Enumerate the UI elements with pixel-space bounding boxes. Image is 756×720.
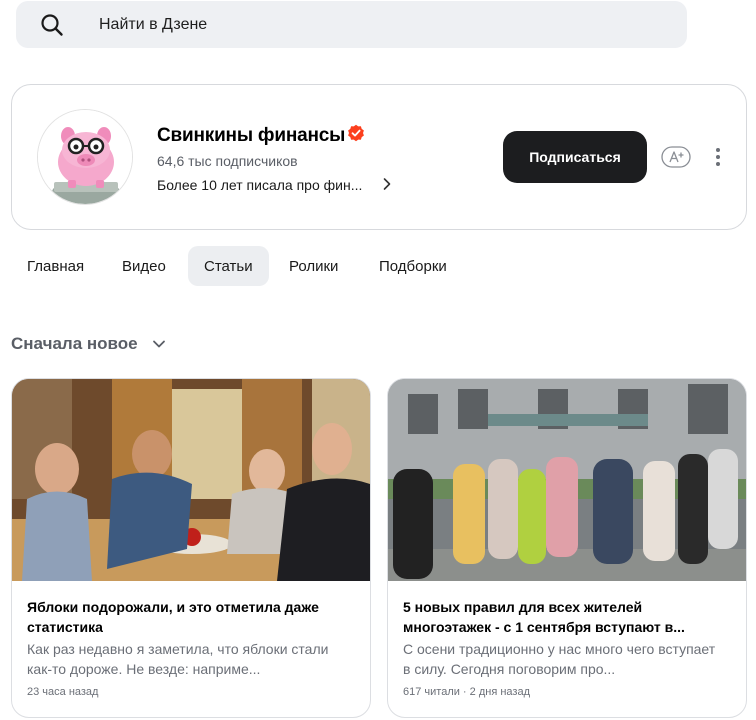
channel-description[interactable]: Более 10 лет писала про фин... xyxy=(157,177,362,193)
channel-title[interactable]: Свинкины финансы xyxy=(157,125,345,147)
channel-avatar[interactable] xyxy=(37,109,133,205)
font-size-icon[interactable] xyxy=(661,146,691,168)
article-title[interactable]: Яблоки подорожали, и это отметила даже с… xyxy=(27,597,357,637)
article-card[interactable]: Яблоки подорожали, и это отметила даже с… xyxy=(11,378,371,718)
article-meta: 617 читали · 2 дня назад xyxy=(403,686,530,698)
article-meta: 23 часа назад xyxy=(27,686,99,698)
tab-video[interactable]: Видео xyxy=(106,246,182,286)
piggy-bank-icon xyxy=(38,110,132,204)
tab-main[interactable]: Главная xyxy=(11,246,100,286)
subscribe-button[interactable]: Подписаться xyxy=(503,131,647,183)
article-snippet: Как раз недавно я заметила, что яблоки с… xyxy=(27,641,329,677)
sort-dropdown[interactable]: Сначала новое xyxy=(11,334,138,354)
tab-articles[interactable]: Статьи xyxy=(188,246,269,286)
search-bar[interactable]: Найти в Дзене xyxy=(16,1,687,48)
subscriber-count: 64,6 тыс подписчиков xyxy=(157,153,298,169)
verified-icon xyxy=(348,124,364,142)
search-icon xyxy=(41,14,63,36)
tab-shorts[interactable]: Ролики xyxy=(273,246,354,286)
search-placeholder: Найти в Дзене xyxy=(99,16,208,33)
article-snippet: С осени традиционно у нас много чего вст… xyxy=(403,641,716,677)
chevron-down-icon[interactable] xyxy=(151,336,167,352)
tab-collections[interactable]: Подборки xyxy=(363,246,463,286)
article-title[interactable]: 5 новых правил для всех жителей многоэта… xyxy=(403,597,733,637)
chevron-right-icon[interactable] xyxy=(382,176,392,192)
article-image xyxy=(12,379,370,581)
channel-header: Свинкины финансы 64,6 тыс подписчиков Бо… xyxy=(11,84,747,230)
article-card[interactable]: 5 новых правил для всех жителей многоэта… xyxy=(387,378,747,718)
more-options-icon[interactable] xyxy=(712,145,724,169)
article-image xyxy=(388,379,746,581)
